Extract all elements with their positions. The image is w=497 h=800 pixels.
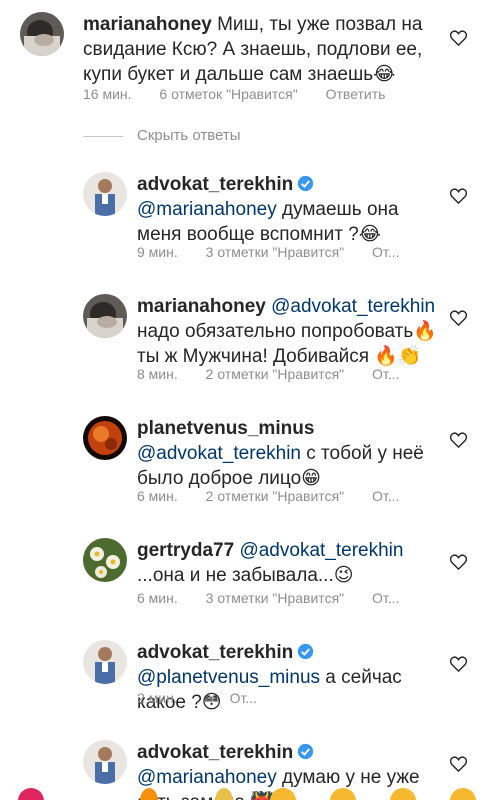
reply-button[interactable]: От... <box>372 366 399 382</box>
hide-replies-divider <box>83 136 123 137</box>
reply-mention[interactable]: @marianahoney <box>137 199 277 220</box>
reply-username[interactable]: gertryda77 <box>137 540 234 561</box>
reply-likes[interactable]: 3 отметки "Нравится" <box>206 590 344 606</box>
heart-icon[interactable] <box>450 554 467 570</box>
reply-body: marianahoney @advokat_terekhin надо обяз… <box>137 294 447 369</box>
heart-icon[interactable] <box>450 188 467 204</box>
reply-button[interactable]: От... <box>372 488 399 504</box>
reply-username[interactable]: advokat_terekhin <box>137 642 293 663</box>
comment-time: 16 мин. <box>83 86 132 102</box>
emoji-heart-icon[interactable] <box>18 788 44 800</box>
avatar[interactable] <box>83 294 127 338</box>
reply-body: planetvenus_minus @advokat_terekhin с то… <box>137 416 447 491</box>
emoji-clap-icon[interactable] <box>215 788 233 800</box>
emoji-face-icon[interactable] <box>390 788 416 800</box>
reply-text: надо обязательно попробовать🔥 ты ж Мужчи… <box>137 321 437 367</box>
avatar[interactable] <box>83 538 127 582</box>
reply-time: 6 мин. <box>137 488 178 504</box>
reply-username[interactable]: marianahoney <box>137 296 266 317</box>
comment-likes[interactable]: 6 отметок "Нравится" <box>159 86 297 102</box>
reply-meta: 9 мин. 3 отметки "Нравится" От... <box>137 242 417 262</box>
verified-badge-icon <box>298 175 314 192</box>
emoji-reaction-bar <box>0 786 497 800</box>
reply-text: ...она и не забывала...😉 <box>137 565 354 586</box>
reply-likes[interactable]: 2 отметки "Нравится" <box>206 366 344 382</box>
reply-likes[interactable]: 2 отметки "Нравится" <box>206 488 344 504</box>
emoji-face-icon[interactable] <box>330 788 356 800</box>
avatar[interactable] <box>83 640 127 684</box>
avatar[interactable] <box>83 740 127 784</box>
profile-photo-icon <box>83 640 127 684</box>
reply-mention[interactable]: @advokat_terekhin <box>271 296 435 317</box>
reply-meta: 8 мин. 2 отметки "Нравится" От... <box>137 364 417 384</box>
reply-button[interactable]: От... <box>372 244 399 260</box>
emoji-face-icon[interactable] <box>450 788 476 800</box>
emoji-fire-icon[interactable] <box>140 788 158 800</box>
verified-badge-icon <box>298 643 314 660</box>
reply-meta: 6 мин. 2 отметки "Нравится" От... <box>137 486 417 506</box>
avatar[interactable] <box>83 172 127 216</box>
profile-photo-icon <box>20 12 64 56</box>
reply-time: 9 мин. <box>137 244 178 260</box>
reply-time: 2 мин. <box>137 690 178 706</box>
hide-replies-button[interactable]: Скрыть ответы <box>137 126 241 146</box>
reply-body: advokat_terekhin @marianahoney думаешь о… <box>137 172 447 247</box>
emoji-face-icon[interactable] <box>270 788 296 800</box>
reply-button[interactable]: От... <box>230 690 257 706</box>
reply-mention[interactable]: @advokat_terekhin <box>239 540 403 561</box>
comment-username[interactable]: marianahoney <box>83 14 212 35</box>
reply-username[interactable]: planetvenus_minus <box>137 418 314 439</box>
reply-body: gertryda77 @advokat_terekhin ...она и не… <box>137 538 447 588</box>
heart-icon[interactable] <box>450 30 467 46</box>
heart-icon[interactable] <box>450 756 467 772</box>
avatar[interactable] <box>83 416 127 460</box>
reply-mention[interactable]: @marianahoney <box>137 767 277 788</box>
reply-username[interactable]: advokat_terekhin <box>137 742 293 763</box>
reply-meta: 6 мин. 3 отметки "Нравится" От... <box>137 588 417 608</box>
profile-photo-icon <box>83 294 127 338</box>
profile-photo-icon <box>83 740 127 784</box>
reply-button[interactable]: Ответить <box>326 86 386 102</box>
profile-photo-icon <box>83 172 127 216</box>
reply-likes[interactable]: 3 отметки "Нравится" <box>206 244 344 260</box>
reply-mention[interactable]: @advokat_terekhin <box>137 443 301 464</box>
reply-username[interactable]: advokat_terekhin <box>137 174 293 195</box>
reply-meta: 2 мин. От... <box>137 688 417 708</box>
reply-time: 6 мин. <box>137 590 178 606</box>
reply-mention[interactable]: @planetvenus_minus <box>137 667 320 688</box>
verified-badge-icon <box>298 743 314 760</box>
reply-time: 8 мин. <box>137 366 178 382</box>
reply-button[interactable]: От... <box>372 590 399 606</box>
avatar[interactable] <box>20 12 64 56</box>
heart-icon[interactable] <box>450 432 467 448</box>
heart-icon[interactable] <box>450 310 467 326</box>
planet-avatar-icon <box>83 416 127 460</box>
comment-meta: 16 мин. 6 отметок "Нравится" Ответить <box>83 84 443 104</box>
comment-body: marianahoney Миш, ты уже позвал на свида… <box>83 12 443 87</box>
heart-icon[interactable] <box>450 656 467 672</box>
flowers-avatar-icon <box>83 538 127 582</box>
